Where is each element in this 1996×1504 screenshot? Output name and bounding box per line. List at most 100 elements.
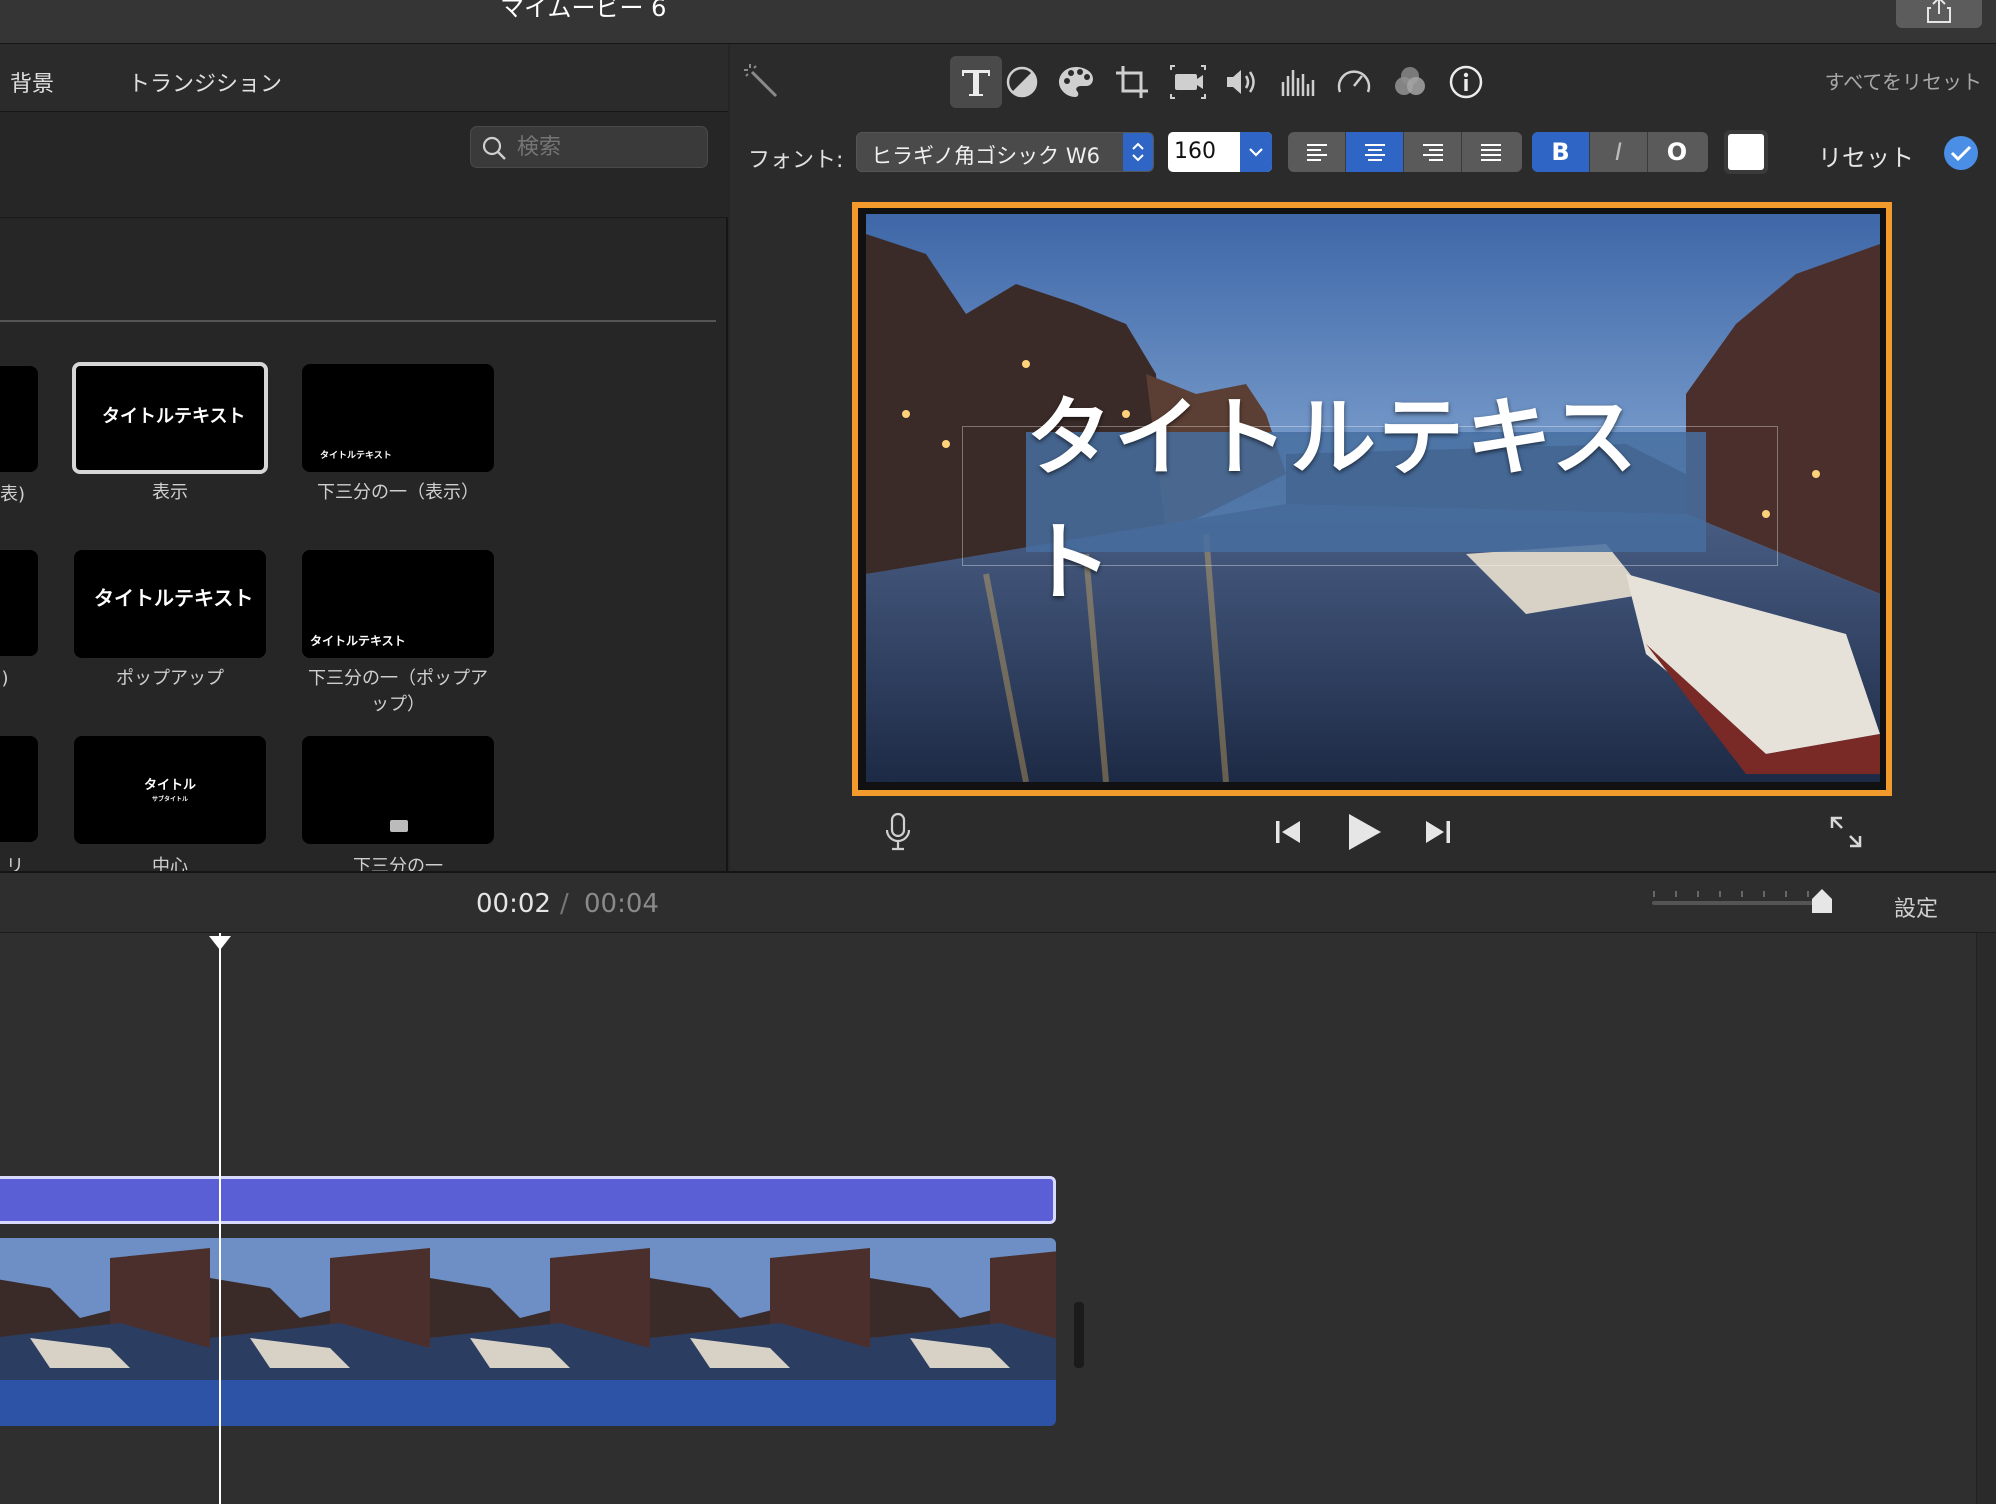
align-center-button[interactable] xyxy=(1346,132,1404,172)
play-icon xyxy=(1349,814,1381,850)
title-text[interactable]: タイトルテキスト xyxy=(1026,367,1706,617)
equalizer-button[interactable] xyxy=(1272,56,1324,108)
volume-button[interactable] xyxy=(1216,56,1268,108)
viewer-panel: すべてをリセット フォント: ヒラギノ角ゴシック W6 160 B I O リセ… xyxy=(730,44,1996,871)
title-label-reveal: 表示 xyxy=(152,482,188,503)
crop-button[interactable] xyxy=(1106,56,1158,108)
reset-button[interactable]: リセット xyxy=(1818,138,1914,173)
skip-back-icon xyxy=(1276,821,1300,843)
align-right-button[interactable] xyxy=(1404,132,1462,172)
text-style-segmented-control: B I O xyxy=(1532,132,1708,172)
tab-transitions[interactable]: トランジション xyxy=(128,66,282,98)
title-clip[interactable] xyxy=(0,1176,1056,1224)
outline-button[interactable]: O xyxy=(1648,132,1706,172)
align-left-button[interactable] xyxy=(1288,132,1346,172)
filter-button[interactable] xyxy=(1384,56,1436,108)
search-icon xyxy=(482,136,506,160)
expand-arrows-icon xyxy=(1830,816,1862,848)
play-button[interactable] xyxy=(1342,810,1386,854)
title-thumbnail-popup[interactable]: タイトルテキスト xyxy=(74,550,266,658)
checkmark-icon xyxy=(1950,145,1972,162)
browser-tabs: 背景 トランジション xyxy=(0,44,728,112)
thumbnail-text: タイトル xyxy=(143,778,196,793)
timeline-zoom-slider[interactable] xyxy=(1652,889,1832,913)
video-filmstrip xyxy=(0,1238,1056,1380)
title-font-bar: フォント: ヒラギノ角ゴシック W6 160 B I O リセット xyxy=(730,128,1996,184)
title-thumbnail-partial[interactable] xyxy=(0,550,38,656)
playhead[interactable] xyxy=(219,933,221,1504)
titles-button[interactable] xyxy=(950,56,1002,108)
title-label-partial: 表) xyxy=(0,484,26,505)
timeline-header: 00:02 / 00:04 設定 xyxy=(0,871,1996,933)
font-size-value: 160 xyxy=(1174,139,1216,164)
title-thumbnail-partial[interactable] xyxy=(0,736,38,842)
playhead-marker[interactable] xyxy=(209,936,231,950)
title-text-selection[interactable]: タイトルテキスト xyxy=(1026,388,1706,613)
title-label-partial: ) xyxy=(1,668,9,689)
timeline[interactable] xyxy=(0,933,1996,1504)
font-label: フォント: xyxy=(748,148,844,173)
thumbnail-text: タイトルテキスト xyxy=(320,451,392,461)
title-thumbnail-partial[interactable] xyxy=(0,366,38,472)
search-input[interactable] xyxy=(517,135,697,160)
thumbnail-subtext: サブタイトル xyxy=(151,796,188,803)
search-field[interactable] xyxy=(470,126,708,168)
color-correction-button[interactable] xyxy=(1050,56,1102,108)
previous-button[interactable] xyxy=(1270,814,1306,850)
color-balance-icon xyxy=(1006,66,1038,98)
timecode-separator: / xyxy=(560,889,569,919)
apply-button[interactable] xyxy=(1944,136,1978,170)
title-label-lower-third-reveal: 下三分の一（表示） xyxy=(317,482,479,503)
filmstrip-frame xyxy=(430,1238,650,1380)
thumbnail-text: タイトルテキスト xyxy=(94,586,254,610)
clip-resize-handle[interactable] xyxy=(1074,1302,1084,1368)
timeline-scrollbar[interactable] xyxy=(1976,933,1996,1504)
thumbnail-text: タイトルテキスト xyxy=(102,406,246,427)
search-row xyxy=(0,112,728,218)
title-label-lower-third-popup: 下三分の一（ポップアップ） xyxy=(308,668,488,715)
titles-grid: 表) ) リズ タイトルテキスト 表示 タイトルテキスト 下三分の一（表示） タ… xyxy=(0,218,726,903)
filmstrip-frame xyxy=(650,1238,870,1380)
zoom-slider-knob[interactable] xyxy=(1810,887,1834,915)
magic-wand-icon xyxy=(744,64,778,98)
reset-all-button[interactable]: すべてをリセット xyxy=(1825,66,1982,95)
bold-button[interactable]: B xyxy=(1532,132,1590,172)
title-thumbnail-reveal[interactable]: タイトルテキスト xyxy=(72,362,268,474)
stabilization-button[interactable] xyxy=(1162,56,1214,108)
align-justify-button[interactable] xyxy=(1462,132,1520,172)
transport-controls xyxy=(730,796,1996,871)
chevron-down-icon[interactable] xyxy=(1240,132,1272,172)
title-thumbnail-lower-third-popup[interactable]: タイトルテキスト xyxy=(302,550,494,658)
font-select[interactable]: ヒラギノ角ゴシック W6 xyxy=(856,132,1154,172)
speed-button[interactable] xyxy=(1328,56,1380,108)
title-thumbnail-lower-third[interactable] xyxy=(302,736,494,844)
font-size-combo[interactable]: 160 xyxy=(1168,132,1272,172)
speedometer-icon xyxy=(1337,70,1371,93)
color-balance-button[interactable] xyxy=(996,56,1048,108)
italic-button[interactable]: I xyxy=(1590,132,1648,172)
video-clip[interactable] xyxy=(0,1238,1056,1426)
filter-circles-icon xyxy=(1395,67,1425,95)
text-color-well[interactable] xyxy=(1724,130,1768,174)
share-button[interactable] xyxy=(1896,0,1982,28)
equalizer-icon xyxy=(1281,70,1315,96)
voiceover-button[interactable] xyxy=(878,812,918,852)
fullscreen-button[interactable] xyxy=(1826,812,1866,852)
microphone-icon xyxy=(885,812,911,851)
title-thumbnail-centered[interactable]: タイトル サブタイトル xyxy=(74,736,266,844)
window-titlebar: マイムービー 6 xyxy=(0,0,1996,44)
content-browser: 背景 トランジション 表) ) リズ タイトルテキスト 表示 タイトルテ xyxy=(0,44,728,903)
color-swatch xyxy=(1728,134,1764,170)
magic-wand-button[interactable] xyxy=(736,56,788,108)
preview-image[interactable]: タイトルテキスト xyxy=(866,214,1880,782)
info-button[interactable] xyxy=(1440,56,1492,108)
title-thumbnail-lower-third-reveal[interactable]: タイトルテキスト xyxy=(302,364,494,472)
align-right-icon xyxy=(1422,144,1443,161)
next-button[interactable] xyxy=(1420,814,1456,850)
tab-backgrounds[interactable]: 背景 xyxy=(10,66,54,98)
updown-chevron-icon xyxy=(1123,133,1153,171)
filmstrip-frame xyxy=(0,1238,210,1380)
timeline-settings-button[interactable]: 設定 xyxy=(1894,891,1938,923)
align-center-icon xyxy=(1364,144,1385,161)
speaker-icon xyxy=(1227,70,1255,94)
